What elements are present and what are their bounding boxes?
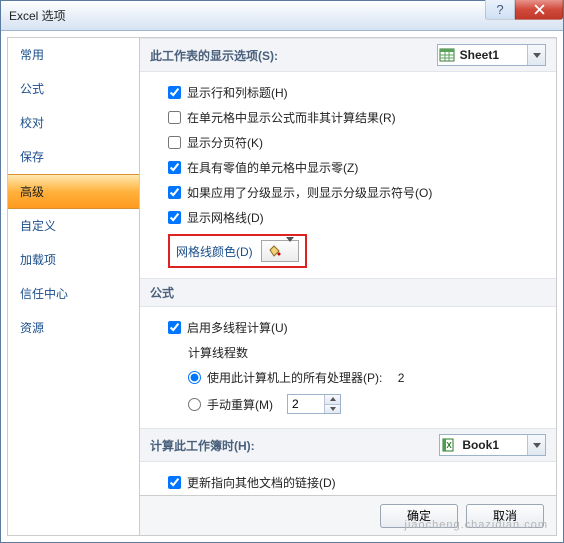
- dropdown-arrow-icon: [527, 45, 545, 65]
- section-title: 公式: [150, 284, 174, 301]
- check-show-formulas[interactable]: 在单元格中显示公式而非其计算结果(R): [168, 105, 540, 130]
- cancel-button[interactable]: 取消: [466, 504, 544, 528]
- check-row-col-headers[interactable]: 显示行和列标题(H): [168, 80, 540, 105]
- workbook-calc-options: 更新指向其他文档的链接(D) 将精度设为所显示的精度(P): [140, 462, 556, 495]
- radio-manual[interactable]: 手动重算(M): [188, 390, 540, 418]
- thread-spinner[interactable]: [287, 394, 341, 414]
- section-sheet-display-header: 此工作表的显示选项(S): Sheet1: [140, 38, 556, 72]
- sidebar-item-proofing[interactable]: 校对: [8, 106, 139, 140]
- options-dialog: Excel 选项 ? 常用 公式 校对 保存 高级 自定义 加载项 信任中心 资…: [0, 0, 564, 543]
- dropdown-arrow-icon: [286, 242, 294, 260]
- thread-count-label: 计算线程数: [188, 344, 248, 361]
- content-pane: 此工作表的显示选项(S): Sheet1 显示行和列标题(H) 在单元格中显: [139, 37, 557, 536]
- spin-down[interactable]: [325, 405, 340, 414]
- paint-bucket-icon: [266, 244, 282, 258]
- sidebar-item-save[interactable]: 保存: [8, 140, 139, 174]
- workbook-select-value: Book1: [458, 438, 527, 452]
- workbook-select-combo[interactable]: X Book1: [439, 434, 546, 456]
- formulas-options: 启用多线程计算(U) 计算线程数 使用此计算机上的所有处理器(P): 2 手动重…: [140, 307, 556, 428]
- dropdown-arrow-icon: [527, 435, 545, 455]
- section-workbook-calc-header: 计算此工作簿时(H): X Book1: [140, 428, 556, 462]
- section-title: 此工作表的显示选项(S):: [150, 47, 278, 64]
- window-title: Excel 选项: [1, 7, 66, 24]
- sidebar-item-trust[interactable]: 信任中心: [8, 277, 139, 311]
- sidebar-item-advanced[interactable]: 高级: [8, 174, 139, 209]
- scroll-area[interactable]: 此工作表的显示选项(S): Sheet1 显示行和列标题(H) 在单元格中显: [140, 38, 556, 495]
- check-show-zeros[interactable]: 在具有零值的单元格中显示零(Z): [168, 155, 540, 180]
- dialog-footer: 确定 取消 jiaocheng.chazidian.com: [140, 495, 556, 535]
- section-formulas-header: 公式: [140, 278, 556, 307]
- gridline-color-label: 网格线颜色(D): [176, 243, 253, 260]
- sidebar-item-formulas[interactable]: 公式: [8, 72, 139, 106]
- check-multithread[interactable]: 启用多线程计算(U): [168, 315, 540, 340]
- sidebar-item-general[interactable]: 常用: [8, 38, 139, 72]
- titlebar: Excel 选项 ?: [1, 1, 563, 31]
- sheet-select-value: Sheet1: [456, 48, 527, 62]
- radio-all-processors[interactable]: 使用此计算机上的所有处理器(P): 2: [188, 365, 540, 390]
- workbook-icon: X: [440, 437, 458, 453]
- sidebar-item-addins[interactable]: 加载项: [8, 243, 139, 277]
- check-update-links[interactable]: 更新指向其他文档的链接(D): [168, 470, 540, 495]
- dialog-body: 常用 公式 校对 保存 高级 自定义 加载项 信任中心 资源 此工作表的显示选项…: [1, 31, 563, 542]
- processor-count: 2: [398, 371, 405, 385]
- sheet-select-combo[interactable]: Sheet1: [437, 44, 546, 66]
- section-title: 计算此工作簿时(H):: [150, 437, 255, 454]
- thread-count-group: 计算线程数 使用此计算机上的所有处理器(P): 2 手动重算(M): [168, 340, 540, 418]
- sidebar-item-resources[interactable]: 资源: [8, 311, 139, 345]
- category-sidebar: 常用 公式 校对 保存 高级 自定义 加载项 信任中心 资源: [7, 37, 139, 536]
- ok-button[interactable]: 确定: [380, 504, 458, 528]
- gridline-color-row: 网格线颜色(D): [168, 234, 307, 268]
- gridline-color-button[interactable]: [261, 240, 299, 262]
- svg-text:X: X: [447, 441, 453, 450]
- window-buttons: ?: [485, 0, 563, 20]
- check-gridlines[interactable]: 显示网格线(D): [168, 205, 540, 230]
- sheet-display-options: 显示行和列标题(H) 在单元格中显示公式而非其计算结果(R) 显示分页符(K) …: [140, 72, 556, 278]
- check-page-breaks[interactable]: 显示分页符(K): [168, 130, 540, 155]
- thread-spinner-input[interactable]: [288, 395, 324, 413]
- check-outline-symbols[interactable]: 如果应用了分级显示，则显示分级显示符号(O): [168, 180, 540, 205]
- sidebar-item-customize[interactable]: 自定义: [8, 209, 139, 243]
- worksheet-icon: [438, 47, 456, 63]
- close-icon: [534, 4, 545, 15]
- help-button[interactable]: ?: [485, 0, 515, 20]
- close-button[interactable]: [515, 0, 563, 20]
- spin-up[interactable]: [325, 395, 340, 405]
